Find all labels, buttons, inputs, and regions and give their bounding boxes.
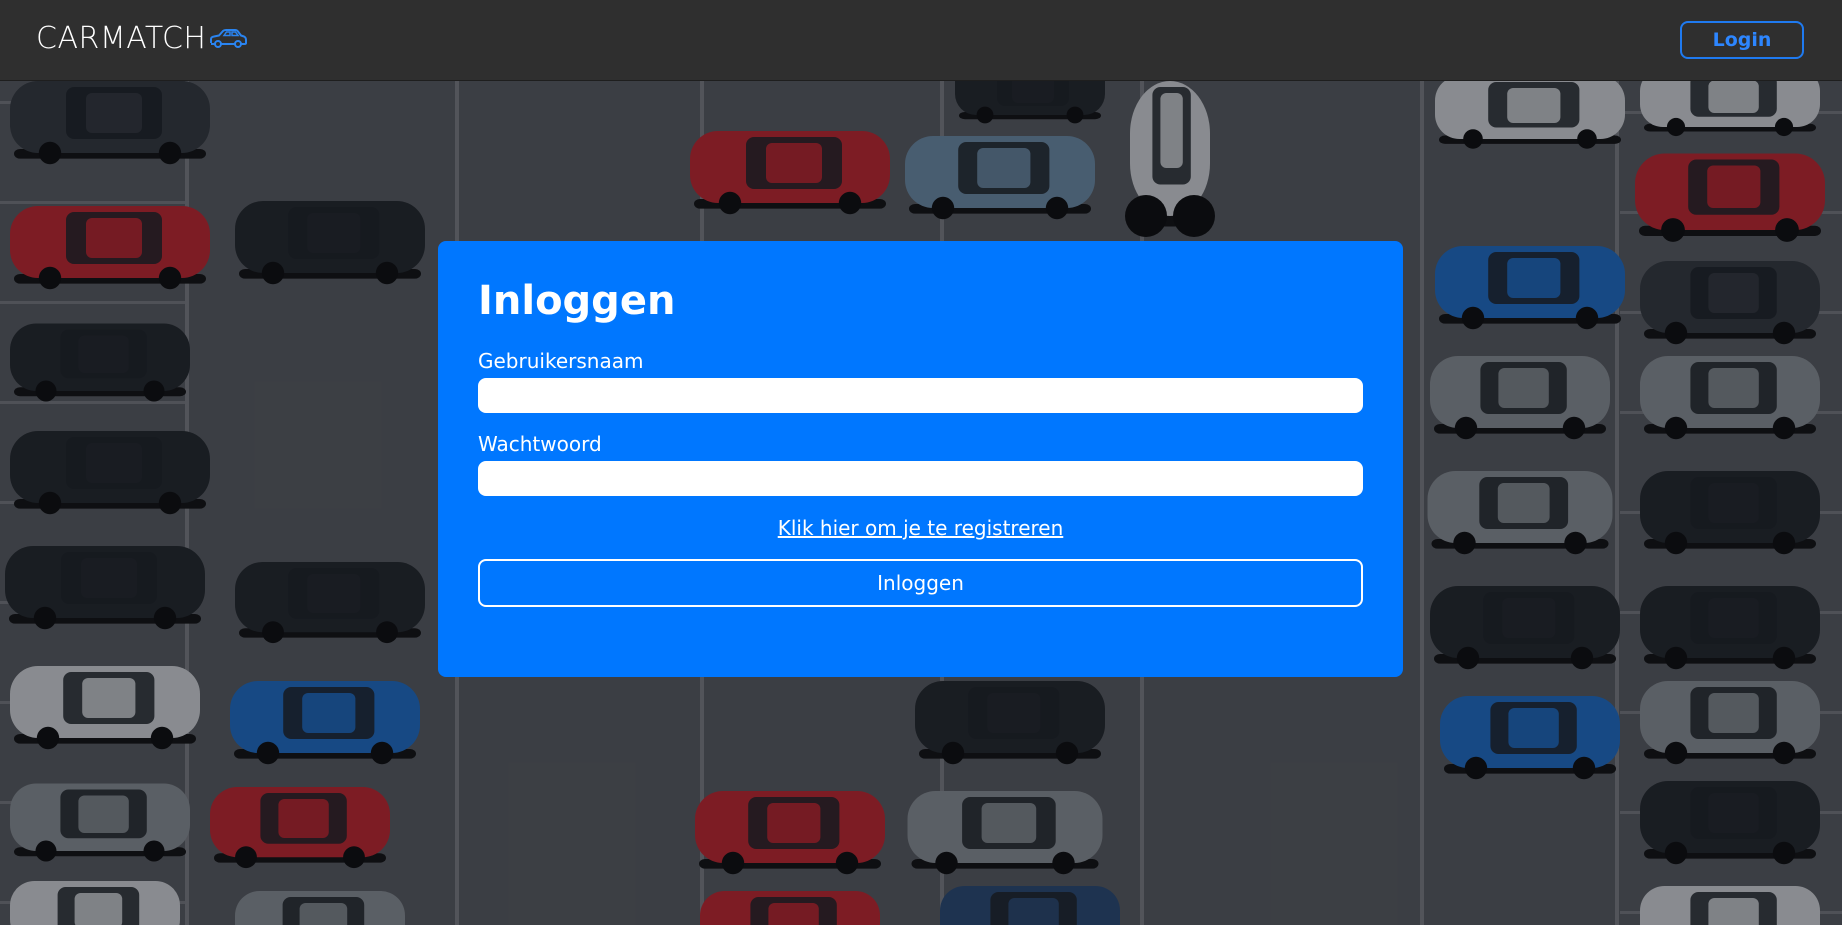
login-button[interactable]: Login <box>1680 21 1804 59</box>
username-input[interactable] <box>478 378 1363 413</box>
password-input[interactable] <box>478 461 1363 496</box>
login-submit-button[interactable]: Inloggen <box>478 559 1363 607</box>
navbar: CARMATCH Login <box>0 0 1842 81</box>
login-title: Inloggen <box>478 278 676 324</box>
brand-name: CARMATCH <box>36 21 207 56</box>
register-link[interactable]: Klik hier om je te registreren <box>438 515 1403 541</box>
username-label: Gebruikersnaam <box>478 349 644 373</box>
login-card: Inloggen Gebruikersnaam Wachtwoord Klik … <box>438 241 1403 677</box>
car-icon <box>208 27 248 55</box>
password-label: Wachtwoord <box>478 432 602 456</box>
brand-logo[interactable]: CARMATCH <box>36 20 248 58</box>
